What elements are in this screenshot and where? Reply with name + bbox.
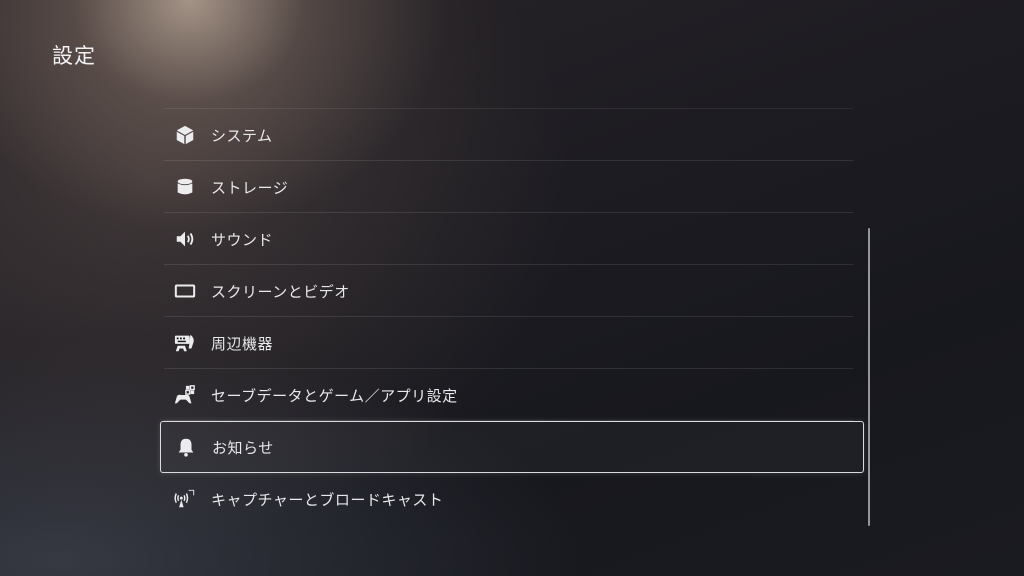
menu-item-label: システム [211, 126, 273, 145]
settings-screen: 設定 システム ストレージ サウンド スクリーンとビデオ 周辺機器 セーブデータ… [0, 0, 1024, 576]
scrollbar[interactable] [868, 228, 870, 526]
menu-item-label: セーブデータとゲーム／アプリ設定 [211, 386, 458, 405]
menu-item-screen-video[interactable]: スクリーンとビデオ [160, 265, 864, 317]
menu-item-label: 周辺機器 [211, 334, 274, 353]
storage-cylinder-icon [174, 176, 196, 198]
system-cube-icon [174, 124, 196, 146]
menu-item-storage[interactable]: ストレージ [160, 161, 864, 213]
menu-item-peripherals[interactable]: 周辺機器 [160, 317, 864, 369]
menu-item-label: サウンド [211, 230, 274, 249]
menu-item-label: ストレージ [211, 178, 289, 197]
menu-item-sound[interactable]: サウンド [160, 213, 864, 265]
menu-item-label: お知らせ [212, 438, 274, 457]
menu-item-saved-data-apps[interactable]: セーブデータとゲーム／アプリ設定 [160, 369, 864, 421]
page-title: 設定 [52, 44, 96, 68]
bell-icon [175, 436, 197, 458]
broadcast-icon [174, 488, 196, 510]
menu-item-notifications[interactable]: お知らせ [160, 421, 864, 473]
peripherals-icon [174, 332, 196, 354]
settings-menu: システム ストレージ サウンド スクリーンとビデオ 周辺機器 セーブデータとゲー… [160, 108, 864, 525]
menu-item-system[interactable]: システム [160, 109, 864, 161]
speaker-icon [174, 228, 196, 250]
menu-item-label: キャプチャーとブロードキャスト [211, 490, 444, 509]
menu-item-label: スクリーンとビデオ [211, 282, 350, 301]
controller-apps-icon [174, 384, 196, 406]
screen-icon [174, 280, 196, 302]
menu-item-captures-broadcasts[interactable]: キャプチャーとブロードキャスト [160, 473, 864, 525]
